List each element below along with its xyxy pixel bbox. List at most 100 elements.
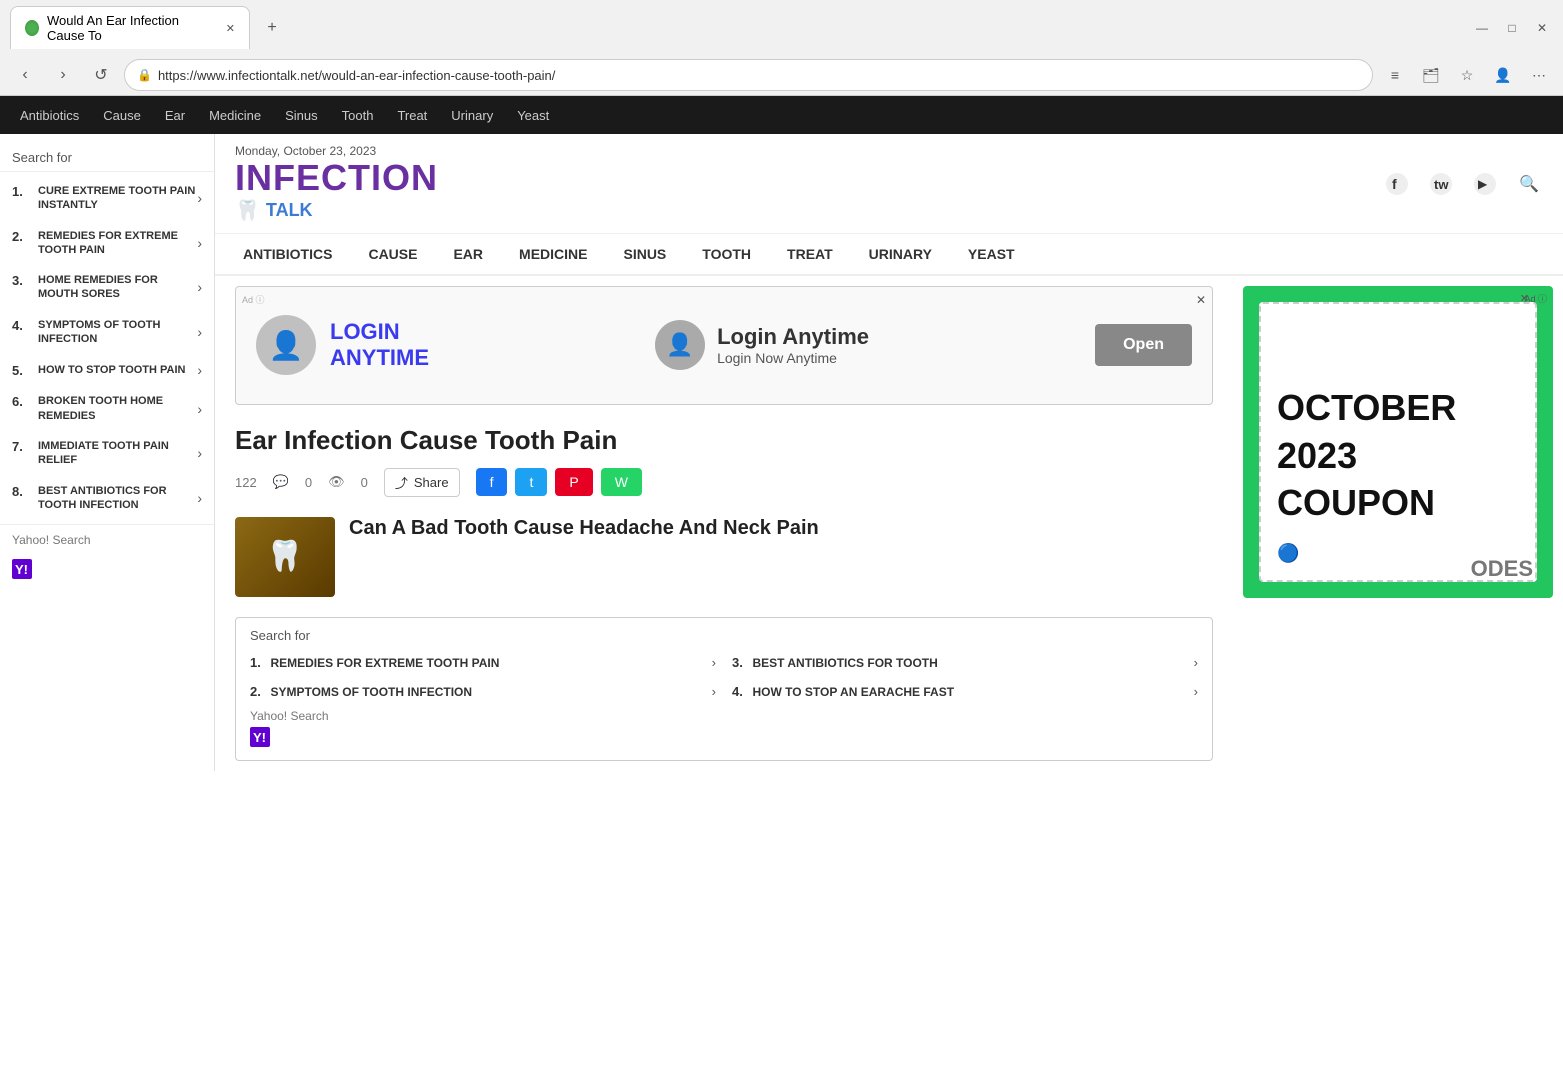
header-search-icon[interactable]: 🔍 <box>1515 170 1543 198</box>
share-button[interactable]: ⤴ Share <box>384 468 460 497</box>
collections-icon[interactable]: 🗂 <box>1417 61 1445 89</box>
article-meta: 122 💬 0 👁 0 ⤴ Share f t P W <box>235 468 1213 497</box>
lock-icon: 🔒 <box>137 68 152 82</box>
ad-open-button[interactable]: Open <box>1095 324 1192 366</box>
right-content-area: Monday, October 23, 2023 INFECTION 🦷 TAL… <box>215 134 1563 771</box>
url-text: https://www.infectiontalk.net/would-an-e… <box>158 68 555 83</box>
svg-text:tw: tw <box>1434 177 1449 192</box>
secondary-nav-antibiotics[interactable]: ANTIBIOTICS <box>225 234 350 274</box>
tab-title: Would An Ear Infection Cause To <box>47 13 214 43</box>
sidebar-item-2[interactable]: 2. REMEDIES FOR EXTREME TOOTH PAIN › <box>0 221 214 266</box>
share-pinterest-button[interactable]: P <box>555 468 592 496</box>
sidebar-item-4[interactable]: 4. SYMPTOMS OF TOOTH INFECTION › <box>0 310 214 355</box>
ad-close-button[interactable]: ✕ <box>1196 293 1206 307</box>
article-card: 🦷 Can A Bad Tooth Cause Headache And Nec… <box>235 517 1213 597</box>
sidebar-item-7-num: 7. <box>12 439 30 454</box>
close-button[interactable]: ✕ <box>1531 17 1553 39</box>
top-nav-yeast[interactable]: Yeast <box>517 108 549 123</box>
right-ad-inner: OCTOBER 2023 COUPON 🔵 ODES <box>1259 302 1537 582</box>
share-twitter-button[interactable]: t <box>515 468 547 496</box>
result-2-num: 2. <box>250 684 261 699</box>
sidebar-item-6[interactable]: 6. BROKEN TOOTH HOME REMEDIES › <box>0 386 214 431</box>
secondary-nav-yeast[interactable]: YEAST <box>950 234 1033 274</box>
social-share-buttons: f t P W <box>476 468 642 496</box>
search-result-4[interactable]: 4. HOW TO STOP AN EARACHE FAST › <box>732 680 1198 703</box>
forward-button[interactable]: › <box>48 60 78 90</box>
search-result-2[interactable]: 2. SYMPTOMS OF TOOTH INFECTION › <box>250 680 716 703</box>
content-right-wrapper: Ad ⓘ ✕ 👤 LOGINANYTIME 👤 Login Anytime Lo… <box>215 276 1563 771</box>
right-ad-year: 2023 <box>1277 436 1519 476</box>
youtube-icon[interactable]: ▶ <box>1471 170 1499 198</box>
secondary-nav-treat[interactable]: TREAT <box>769 234 851 274</box>
sidebar-item-7-content: 7. IMMEDIATE TOOTH PAIN RELIEF <box>12 439 197 468</box>
right-ad-brand-icon: 🔵 <box>1277 543 1299 564</box>
share-icon: ⤴ <box>395 473 408 492</box>
back-button[interactable]: ‹ <box>10 60 40 90</box>
refresh-button[interactable]: ↺ <box>86 60 116 90</box>
share-label: Share <box>414 475 449 490</box>
secondary-nav-tooth[interactable]: TOOTH <box>684 234 769 274</box>
result-3-num: 3. <box>732 655 743 670</box>
sidebar-item-3[interactable]: 3. HOME REMEDIES FOR MOUTH SORES › <box>0 265 214 310</box>
profile-icon[interactable]: 👤 <box>1489 61 1517 89</box>
left-sidebar: Search for 1. CURE EXTREME TOOTH PAIN IN… <box>0 134 215 771</box>
secondary-nav-urinary[interactable]: URINARY <box>851 234 950 274</box>
secondary-nav-cause[interactable]: CAUSE <box>350 234 435 274</box>
secondary-nav-sinus[interactable]: SINUS <box>605 234 684 274</box>
top-nav-antibiotics[interactable]: Antibiotics <box>20 108 79 123</box>
svg-text:Y!: Y! <box>15 562 28 577</box>
result-4-num: 4. <box>732 684 743 699</box>
result-4-chevron: › <box>1194 684 1198 699</box>
settings-menu-icon[interactable]: ⋯ <box>1525 61 1553 89</box>
sidebar-item-8[interactable]: 8. BEST ANTIBIOTICS FOR TOOTH INFECTION … <box>0 476 214 521</box>
top-nav-ear[interactable]: Ear <box>165 108 185 123</box>
maximize-button[interactable]: □ <box>1501 17 1523 39</box>
ad-banner-left: 👤 LOGINANYTIME <box>256 301 429 390</box>
browser-toolbar-right: ≡ 🗂 ☆ 👤 ⋯ <box>1381 61 1553 89</box>
twitter-icon[interactable]: tw <box>1427 170 1455 198</box>
sidebar-item-6-chevron: › <box>197 401 202 417</box>
right-ad-content: OCTOBER 2023 COUPON <box>1277 388 1519 531</box>
browser-chrome: Would An Ear Infection Cause To ✕ + — □ … <box>0 0 1563 96</box>
address-bar[interactable]: 🔒 https://www.infectiontalk.net/would-an… <box>124 59 1373 91</box>
secondary-nav-medicine[interactable]: MEDICINE <box>501 234 605 274</box>
search-result-3[interactable]: 3. BEST ANTIBIOTICS FOR TOOTH › <box>732 651 1198 674</box>
right-ad-brand-row: 🔵 ODES <box>1277 543 1519 564</box>
right-ad-close-button[interactable]: ✕ <box>1520 292 1529 305</box>
tab-close-button[interactable]: ✕ <box>226 22 235 35</box>
site-date: Monday, October 23, 2023 <box>235 144 438 158</box>
ad-adchoice: Ad ⓘ <box>242 293 265 306</box>
share-whatsapp-button[interactable]: W <box>601 468 642 496</box>
sidebar-item-7[interactable]: 7. IMMEDIATE TOOTH PAIN RELIEF › <box>0 431 214 476</box>
facebook-icon[interactable]: f <box>1383 170 1411 198</box>
views-icon: 👁 <box>328 474 345 490</box>
article-title: Ear Infection Cause Tooth Pain <box>235 425 1213 456</box>
new-tab-button[interactable]: + <box>258 14 286 42</box>
top-nav-sinus[interactable]: Sinus <box>285 108 318 123</box>
sidebar-item-1-label: CURE EXTREME TOOTH PAIN INSTANTLY <box>38 184 197 213</box>
top-nav-treat[interactable]: Treat <box>397 108 427 123</box>
favorites-icon[interactable]: ☆ <box>1453 61 1481 89</box>
ad-mid-title: Login Anytime <box>717 324 869 350</box>
comment-icon: 💬 <box>273 474 289 490</box>
top-nav-medicine[interactable]: Medicine <box>209 108 261 123</box>
search-result-1[interactable]: 1. REMEDIES FOR EXTREME TOOTH PAIN › <box>250 651 716 674</box>
sidebar-item-2-content: 2. REMEDIES FOR EXTREME TOOTH PAIN <box>12 229 197 258</box>
browser-tab[interactable]: Would An Ear Infection Cause To ✕ <box>10 6 250 49</box>
sidebar-item-5-num: 5. <box>12 363 30 378</box>
inline-search-label: Search for <box>250 628 1198 643</box>
sidebar-item-7-label: IMMEDIATE TOOTH PAIN RELIEF <box>38 439 197 468</box>
share-facebook-button[interactable]: f <box>476 468 508 496</box>
top-nav-cause[interactable]: Cause <box>103 108 141 123</box>
sidebar-item-5-chevron: › <box>197 362 202 378</box>
right-ad-brand-text: ODES <box>1471 556 1533 582</box>
result-3-text: BEST ANTIBIOTICS FOR TOOTH <box>752 656 937 670</box>
secondary-nav-ear[interactable]: EAR <box>435 234 501 274</box>
reader-mode-icon[interactable]: ≡ <box>1381 61 1409 89</box>
sidebar-item-5[interactable]: 5. HOW TO STOP TOOTH PAIN › <box>0 354 214 386</box>
top-nav-tooth[interactable]: Tooth <box>342 108 374 123</box>
minimize-button[interactable]: — <box>1471 17 1493 39</box>
top-nav-urinary[interactable]: Urinary <box>451 108 493 123</box>
sidebar-item-1[interactable]: 1. CURE EXTREME TOOTH PAIN INSTANTLY › <box>0 176 214 221</box>
site-header: Monday, October 23, 2023 INFECTION 🦷 TAL… <box>215 134 1563 233</box>
